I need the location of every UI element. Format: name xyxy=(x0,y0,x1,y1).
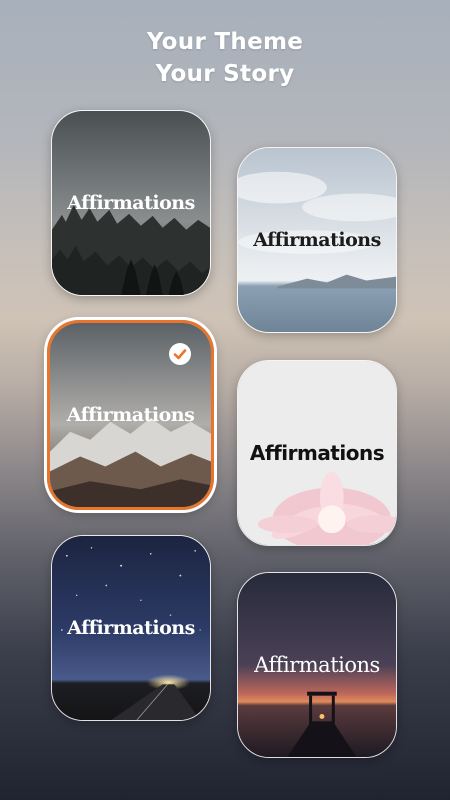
theme-card-pink-flower[interactable]: Affirmations xyxy=(237,360,397,546)
theme-card-starry-road[interactable]: Affirmations xyxy=(51,535,211,721)
headline-line-1: Your Theme xyxy=(146,29,304,55)
theme-label: Affirmations xyxy=(254,653,380,677)
theme-label: Affirmations xyxy=(67,192,195,214)
theme-card-sunset-pier[interactable]: Affirmations xyxy=(237,572,397,758)
selected-check-icon xyxy=(169,343,191,365)
headline-line-2: Your Story xyxy=(155,61,295,87)
theme-card-snowy-mountains[interactable]: Affirmations xyxy=(47,320,214,510)
theme-label: Affirmations xyxy=(253,229,381,251)
headline: Your Theme Your Story xyxy=(0,26,450,90)
theme-label: Affirmations xyxy=(66,404,195,426)
theme-card-misty-forest[interactable]: Affirmations xyxy=(51,110,211,296)
theme-label: Affirmations xyxy=(67,617,195,639)
theme-label: Affirmations xyxy=(249,441,385,465)
theme-card-sea-clouds[interactable]: Affirmations xyxy=(237,147,397,333)
